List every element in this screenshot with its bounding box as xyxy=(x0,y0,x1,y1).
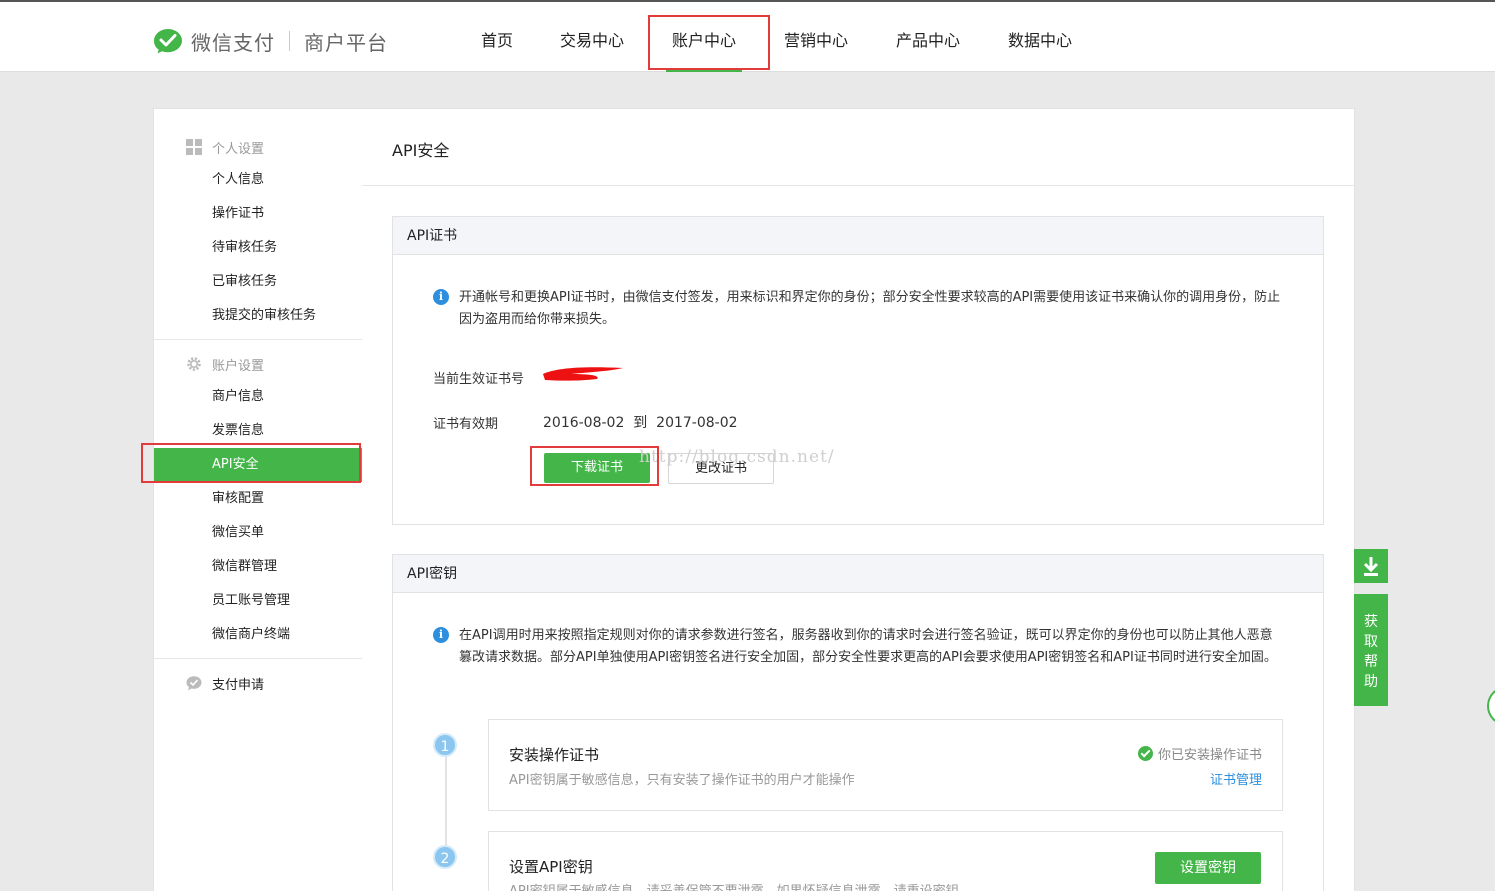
validity-value: 2016-08-02 到 2017-08-02 xyxy=(543,415,738,431)
status-text: 你已安装操作证书 xyxy=(1157,748,1262,763)
panel-title: API密钥 xyxy=(393,555,1323,593)
nav-home[interactable]: 首页 xyxy=(470,2,524,72)
nav-product-center[interactable]: 产品中心 xyxy=(890,2,966,72)
brand-logo[interactable]: 微信支付 商户平台 xyxy=(153,26,388,56)
page-title: API安全 xyxy=(392,141,450,160)
sidebar-item-submitted-tasks[interactable]: 我提交的审核任务 xyxy=(154,299,362,333)
brand-divider xyxy=(289,31,290,51)
brand-name: 微信支付 xyxy=(191,30,275,55)
brand-subtitle: 商户平台 xyxy=(304,30,388,55)
current-cert-label: 当前生效证书号 xyxy=(433,372,525,387)
cert-management-link[interactable]: 证书管理 xyxy=(1210,769,1262,788)
sidebar-item-pay-application[interactable]: 支付申请 xyxy=(154,673,362,693)
set-key-button[interactable]: 设置密钥 xyxy=(1155,852,1261,884)
validity-label: 证书有效期 xyxy=(433,417,499,432)
sidebar-item-operation-cert[interactable]: 操作证书 xyxy=(154,197,362,231)
watermark: http://blog.csdn.net/ xyxy=(639,447,835,467)
api-key-panel: API密钥 i 在API调用时用来按照指定规则对你的请求参数进行签名，服务器收到… xyxy=(392,554,1324,891)
gear-icon xyxy=(186,356,202,372)
help-button[interactable]: 获取帮助 xyxy=(1354,594,1388,706)
sidebar-item-api-security[interactable]: API安全 xyxy=(154,448,362,482)
step-install-cert: 安装操作证书 API密钥属于敏感信息，只有安装了操作证书的用户才能操作 你已安装… xyxy=(488,719,1283,811)
step-desc: API密钥属于敏感信息，请妥善保管不要泄露，如果怀疑信息泄露，请重设密钥 xyxy=(509,880,959,891)
info-icon: i xyxy=(433,627,449,643)
grid-icon xyxy=(186,139,202,155)
cert-installed-status: 你已安装操作证书 xyxy=(1137,744,1262,763)
key-info: i 在API调用时用来按照指定规则对你的请求参数进行签名，服务器收到你的请求时会… xyxy=(433,625,1285,669)
sidebar-item-wechat-pay-bill[interactable]: 微信买单 xyxy=(154,516,362,550)
top-header: 微信支付 商户平台 xyxy=(0,2,1495,72)
step-number: 1 xyxy=(433,733,457,757)
sidebar: 个人设置 个人信息 操作证书 待审核任务 已审核任务 我提交的审核任务 账户设置… xyxy=(153,108,363,891)
sidebar-item-merchant-info[interactable]: 商户信息 xyxy=(154,380,362,414)
step-number: 2 xyxy=(433,845,457,869)
sidebar-item-invoice-info[interactable]: 发票信息 xyxy=(154,414,362,448)
key-info-text: 在API调用时用来按照指定规则对你的请求参数进行签名，服务器收到你的请求时会进行… xyxy=(459,628,1277,665)
chat-bubble-icon xyxy=(186,675,202,691)
sidebar-item-review-config[interactable]: 审核配置 xyxy=(154,482,362,516)
sidebar-group-label: 个人设置 xyxy=(212,141,265,157)
step-desc: API密钥属于敏感信息，只有安装了操作证书的用户才能操作 xyxy=(509,773,855,788)
sidebar-group-label: 账户设置 xyxy=(212,358,265,374)
download-icon[interactable] xyxy=(1354,549,1388,583)
step-set-key: 设置API密钥 API密钥属于敏感信息，请妥善保管不要泄露，如果怀疑信息泄露，请… xyxy=(488,831,1283,891)
sidebar-item-pending-tasks[interactable]: 待审核任务 xyxy=(154,231,362,265)
sidebar-item-group-management[interactable]: 微信群管理 xyxy=(154,550,362,584)
sidebar-item-reviewed-tasks[interactable]: 已审核任务 xyxy=(154,265,362,299)
sidebar-divider xyxy=(154,658,362,659)
wechat-logo-icon xyxy=(153,27,183,55)
sidebar-item-staff-accounts[interactable]: 员工账号管理 xyxy=(154,584,362,618)
sidebar-group-label: 支付申请 xyxy=(212,677,265,693)
step-connector xyxy=(445,745,447,855)
download-cert-button[interactable]: 下载证书 xyxy=(544,453,650,483)
nav-data-center[interactable]: 数据中心 xyxy=(1002,2,1078,72)
nav-marketing-center[interactable]: 营销中心 xyxy=(778,2,854,72)
sidebar-group-personal: 个人设置 xyxy=(154,137,362,157)
api-cert-panel: API证书 i 开通帐号和更换API证书时，由微信支付签发，用来标识和界定你的身… xyxy=(392,216,1324,525)
sidebar-divider xyxy=(154,339,362,340)
redacted-cert-number xyxy=(541,362,625,384)
step-title: 安装操作证书 xyxy=(509,746,600,764)
nav-account-center[interactable]: 账户中心 xyxy=(666,2,742,72)
panel-title: API证书 xyxy=(393,217,1323,255)
nav-trade-center[interactable]: 交易中心 xyxy=(554,2,630,72)
cert-info-text: 开通帐号和更换API证书时，由微信支付签发，用来标识和界定你的身份；部分安全性要… xyxy=(459,290,1281,327)
step-title: 设置API密钥 xyxy=(509,858,593,876)
sidebar-item-personal-info[interactable]: 个人信息 xyxy=(154,163,362,197)
cert-info: i 开通帐号和更换API证书时，由微信支付签发，用来标识和界定你的身份；部分安全… xyxy=(433,287,1285,331)
check-circle-icon xyxy=(1137,746,1153,761)
sidebar-item-merchant-terminal[interactable]: 微信商户终端 xyxy=(154,618,362,652)
title-divider xyxy=(362,185,1354,186)
edge-widget[interactable] xyxy=(1487,686,1495,726)
sidebar-group-account: 账户设置 xyxy=(154,354,362,374)
main-content: API安全 API证书 i 开通帐号和更换API证书时，由微信支付签发，用来标识… xyxy=(362,108,1355,891)
info-icon: i xyxy=(433,289,449,305)
